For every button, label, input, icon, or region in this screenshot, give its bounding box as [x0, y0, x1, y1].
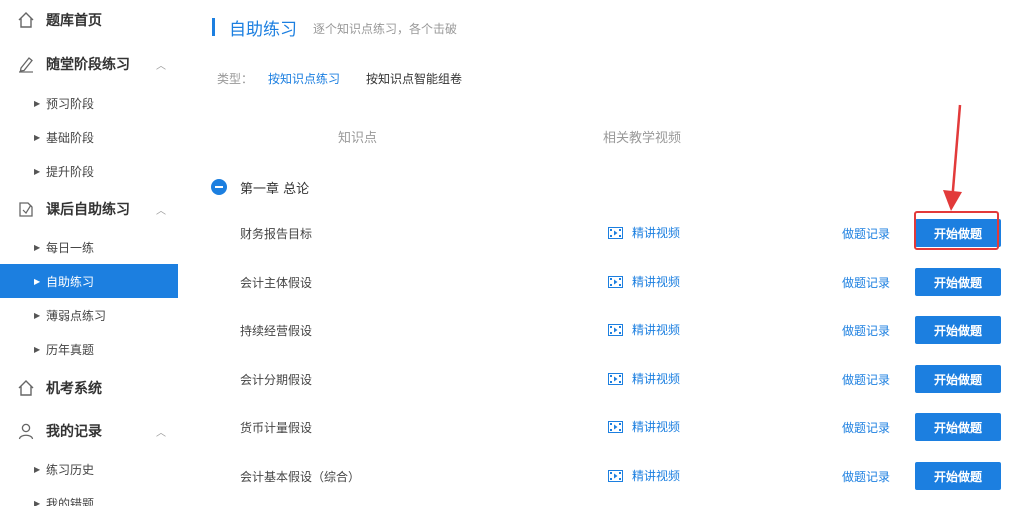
table-row: 财务报告目标 精讲视频 做题记录 开始做题 — [180, 211, 1011, 259]
sidebar-item-label: 每日一练 — [46, 240, 95, 255]
record-link[interactable]: 做题记录 — [842, 468, 890, 485]
sidebar-item-past-exams[interactable]: ▶ 历年真题 — [0, 332, 178, 366]
sidebar-item-preview[interactable]: ▶ 预习阶段 — [0, 86, 178, 120]
sidebar: 题库首页 随堂阶段练习 ︿ ▶ 预习阶段 ▶ 基础阶段 ▶ 提升阶段 课后自助练… — [0, 0, 178, 506]
chevron-up-icon[interactable]: ︿ — [156, 57, 166, 72]
column-header-video: 相关教学视频 — [603, 131, 682, 146]
sidebar-item-label: 练习历史 — [46, 462, 95, 477]
nav-exam-system[interactable]: 机考系统 — [0, 370, 178, 406]
caret-right-icon: ▶ — [34, 310, 41, 320]
film-icon — [608, 420, 623, 433]
video-link-label: 精讲视频 — [632, 226, 681, 240]
chevron-up-icon[interactable]: ︿ — [156, 202, 166, 217]
home-icon — [16, 10, 36, 30]
film-icon — [608, 323, 623, 336]
sidebar-item-label: 历年真题 — [46, 342, 95, 357]
video-link-label: 精讲视频 — [632, 323, 681, 337]
record-link[interactable]: 做题记录 — [842, 274, 890, 291]
nav-after-class-practice[interactable]: 课后自助练习 ︿ — [0, 191, 178, 227]
knowledge-point-name: 会计基本假设（综合） — [240, 470, 361, 484]
page-subtitle: 逐个知识点练习，各个击破 — [313, 22, 458, 36]
caret-right-icon: ▶ — [34, 464, 41, 474]
film-icon — [608, 372, 623, 385]
video-link-label: 精讲视频 — [632, 275, 681, 289]
notebook-icon — [16, 199, 36, 219]
sidebar-item-label: 基础阶段 — [46, 130, 95, 145]
nav-records-label: 我的记录 — [46, 424, 102, 440]
sidebar-item-label: 薄弱点练习 — [46, 308, 107, 323]
video-link[interactable]: 精讲视频 — [608, 418, 680, 435]
type-option-smart-paper[interactable]: 按知识点智能组卷 — [366, 70, 462, 87]
knowledge-point-name: 会计主体假设 — [240, 276, 313, 290]
knowledge-point-name: 持续经营假设 — [240, 324, 313, 338]
user-icon — [16, 421, 36, 441]
caret-right-icon: ▶ — [34, 276, 41, 286]
nav-after-class-label: 课后自助练习 — [46, 202, 130, 218]
table-row: 会计主体假设 精讲视频 做题记录 开始做题 — [180, 260, 1011, 308]
record-link[interactable]: 做题记录 — [842, 419, 890, 436]
table-row: 货币计量假设 精讲视频 做题记录 开始做题 — [180, 405, 1011, 453]
table-row: 会计分期假设 精讲视频 做题记录 开始做题 — [180, 357, 1011, 405]
caret-right-icon: ▶ — [34, 498, 41, 506]
caret-right-icon: ▶ — [34, 166, 41, 176]
video-link-label: 精讲视频 — [632, 372, 681, 386]
knowledge-point-name: 会计分期假设 — [240, 373, 313, 387]
type-label: 类型： — [217, 72, 254, 86]
nav-home-label: 题库首页 — [46, 13, 102, 29]
type-option-by-knowledge[interactable]: 按知识点练习 — [268, 70, 340, 87]
record-link[interactable]: 做题记录 — [842, 225, 890, 242]
caret-right-icon: ▶ — [34, 132, 41, 142]
sidebar-item-advanced[interactable]: ▶ 提升阶段 — [0, 154, 178, 188]
knowledge-point-name: 财务报告目标 — [240, 227, 313, 241]
video-link[interactable]: 精讲视频 — [608, 273, 680, 290]
table-row: 持续经营假设 精讲视频 做题记录 开始做题 — [180, 308, 1011, 356]
nav-home[interactable]: 题库首页 — [0, 2, 178, 38]
start-practice-button[interactable]: 开始做题 — [915, 462, 1001, 490]
pencil-icon — [16, 54, 36, 74]
sidebar-item-basic[interactable]: ▶ 基础阶段 — [0, 120, 178, 154]
film-icon — [608, 275, 623, 288]
sidebar-item-weak-points[interactable]: ▶ 薄弱点练习 — [0, 298, 178, 332]
sidebar-item-history[interactable]: ▶ 练习历史 — [0, 452, 178, 486]
start-practice-button[interactable]: 开始做题 — [915, 413, 1001, 441]
video-link-label: 精讲视频 — [632, 469, 681, 483]
knowledge-point-name: 货币计量假设 — [240, 421, 313, 435]
page-title: 自助练习 — [229, 20, 297, 40]
record-link[interactable]: 做题记录 — [842, 371, 890, 388]
collapse-icon[interactable] — [211, 179, 227, 195]
nav-my-records[interactable]: 我的记录 ︿ — [0, 413, 178, 449]
video-link[interactable]: 精讲视频 — [608, 370, 680, 387]
annotation-arrow-icon — [943, 104, 962, 211]
video-link-label: 精讲视频 — [632, 420, 681, 434]
start-practice-button[interactable]: 开始做题 — [915, 316, 1001, 344]
sidebar-item-self-practice[interactable]: ▶ 自助练习 — [0, 264, 178, 298]
table-row: 会计基本假设（综合） 精讲视频 做题记录 开始做题 — [180, 454, 1011, 502]
film-icon — [608, 226, 623, 239]
nav-classroom-label: 随堂阶段练习 — [46, 57, 130, 73]
film-icon — [608, 469, 623, 482]
video-link[interactable]: 精讲视频 — [608, 467, 680, 484]
home-icon — [16, 378, 36, 398]
sidebar-item-label: 预习阶段 — [46, 96, 95, 111]
chapter-title: 第一章 总论 — [240, 182, 310, 197]
sidebar-item-wrong-questions[interactable]: ▶ 我的错题 — [0, 486, 178, 506]
nav-classroom-practice[interactable]: 随堂阶段练习 ︿ — [0, 46, 178, 82]
title-accent-bar — [212, 18, 215, 36]
nav-exam-label: 机考系统 — [46, 381, 102, 397]
sidebar-item-label: 我的错题 — [46, 496, 95, 506]
start-practice-button[interactable]: 开始做题 — [915, 365, 1001, 393]
record-link[interactable]: 做题记录 — [842, 322, 890, 339]
chevron-up-icon[interactable]: ︿ — [156, 424, 166, 439]
sidebar-item-label: 提升阶段 — [46, 164, 95, 179]
annotation-highlight-box — [914, 211, 999, 250]
caret-right-icon: ▶ — [34, 344, 41, 354]
sidebar-item-label: 自助练习 — [46, 274, 95, 289]
start-practice-button[interactable]: 开始做题 — [915, 268, 1001, 296]
video-link[interactable]: 精讲视频 — [608, 321, 680, 338]
caret-right-icon: ▶ — [34, 98, 41, 108]
video-link[interactable]: 精讲视频 — [608, 224, 680, 241]
caret-right-icon: ▶ — [34, 242, 41, 252]
column-header-knowledge: 知识点 — [338, 131, 378, 146]
sidebar-item-daily[interactable]: ▶ 每日一练 — [0, 230, 178, 264]
